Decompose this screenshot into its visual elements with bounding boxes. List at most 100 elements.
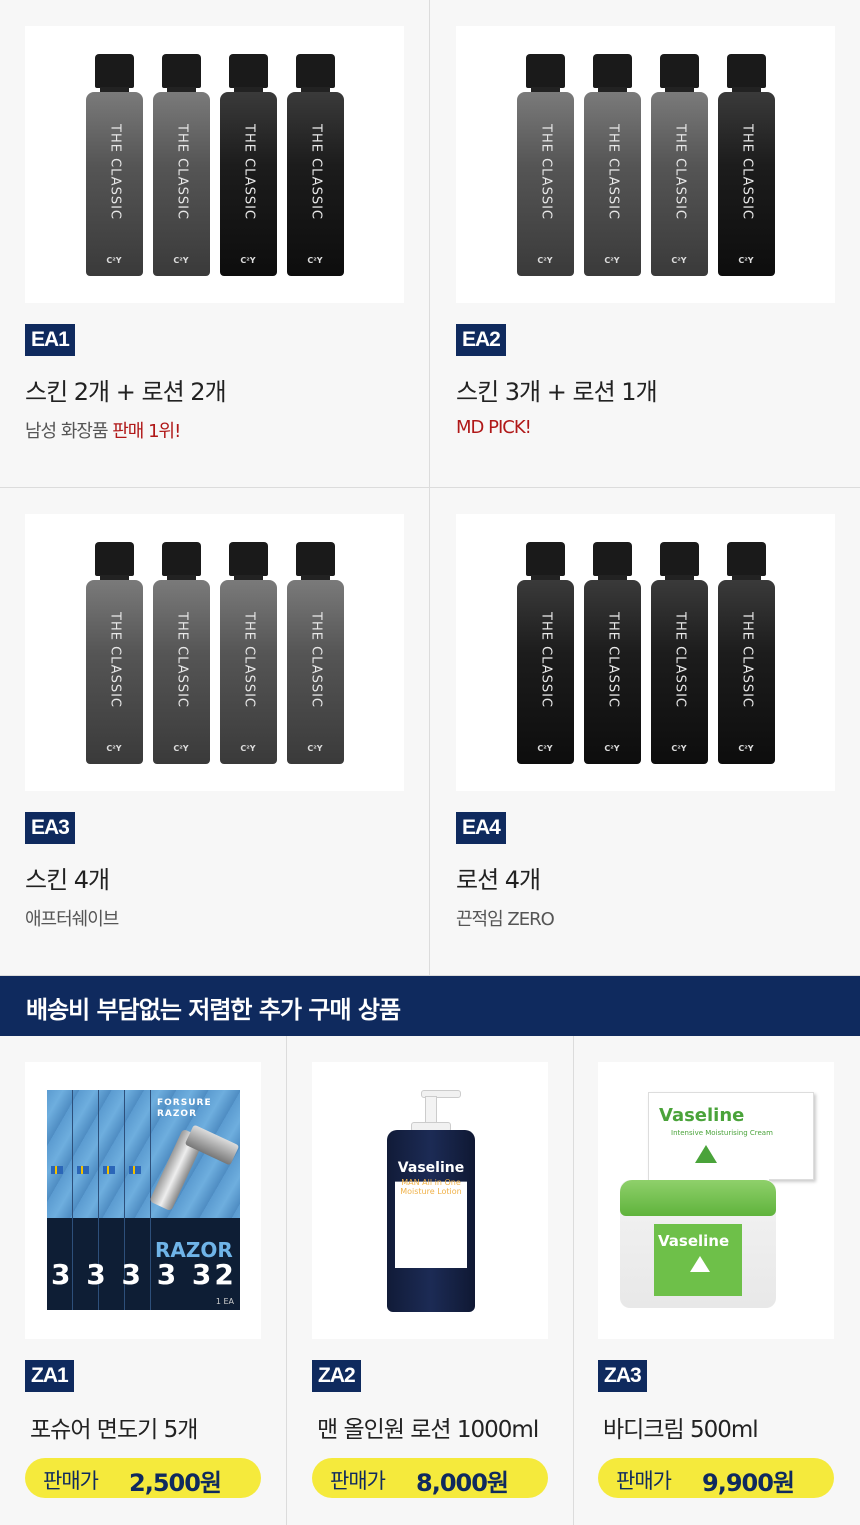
product-card-ea1[interactable]: THE CLASSIC C²Y THE CLASSIC C²Y THE CLASSI…	[0, 0, 430, 488]
price-pill[interactable]: 판매가 9,900원	[598, 1458, 834, 1498]
addon-code-badge: ZA2	[312, 1360, 361, 1392]
addon-title[interactable]: 바디크림 500ml	[603, 1410, 759, 1444]
bottle-label: THE CLASSIC	[672, 124, 688, 220]
product-code-badge: EA1	[25, 324, 75, 356]
subtitle-text: 애프터쉐이브	[25, 909, 119, 930]
product-image[interactable]: THE CLASSIC C²Y THE CLASSIC C²Y THE CLASSI…	[456, 514, 835, 791]
pump-bottle: Vaseline MAN All in One Moisture Lotion	[387, 1090, 475, 1312]
brand-logo: C²Y	[604, 256, 620, 265]
addon-card-za1[interactable]: FORSURE RAZOR RAZOR 3 3 3 3 321 1 EA ZA1 …	[0, 1036, 287, 1525]
product-title[interactable]: 스킨 3개 + 로션 1개	[456, 372, 658, 407]
bottle-label: THE CLASSIC	[308, 124, 324, 220]
product-card-ea2[interactable]: THE CLASSIC C²Y THE CLASSIC C²Y THE CLASSI…	[430, 0, 860, 488]
product-grid: THE CLASSIC C²Y THE CLASSIC C²Y THE CLASSI…	[0, 0, 860, 976]
bottle-label: THE CLASSIC	[107, 124, 123, 220]
skin-bottle: THE CLASSIC C²Y	[85, 54, 143, 276]
skin-bottle: THE CLASSIC C²Y	[286, 542, 344, 764]
skin-bottle: THE CLASSIC C²Y	[152, 54, 210, 276]
addon-title[interactable]: 포슈어 면도기 5개	[30, 1410, 198, 1444]
drop-icon	[695, 1145, 717, 1163]
addon-card-za2[interactable]: Vaseline MAN All in One Moisture Lotion …	[287, 1036, 574, 1525]
brand-logo: C²Y	[738, 744, 754, 753]
bottle-label: THE CLASSIC	[605, 612, 621, 708]
price-pill[interactable]: 판매가 2,500원	[25, 1458, 261, 1498]
bottle-label: THE CLASSIC	[605, 124, 621, 220]
addon-image[interactable]: Vaseline Intensive Moisturising Cream Va…	[598, 1062, 834, 1339]
addon-title[interactable]: 맨 올인원 로션 1000ml	[317, 1410, 539, 1444]
bottle-label: THE CLASSIC	[739, 612, 755, 708]
product-code-badge: EA3	[25, 812, 75, 844]
cream-jar: Vaseline	[620, 1180, 776, 1308]
brand-logo: C²Y	[173, 744, 189, 753]
bottle-label: THE CLASSIC	[672, 612, 688, 708]
lotion-bottle: THE CLASSIC C²Y	[219, 54, 277, 276]
bottle-label: THE CLASSIC	[174, 612, 190, 708]
bottle-group: THE CLASSIC C²Y THE CLASSIC C²Y THE CLASSI…	[25, 542, 404, 764]
subtitle-highlight: 판매 1위!	[112, 421, 181, 442]
bottle-label: THE CLASSIC	[538, 124, 554, 220]
brand-logo: C²Y	[307, 256, 323, 265]
subtitle-text: 남성 화장품	[25, 421, 113, 442]
price-label: 판매가	[330, 1469, 386, 1493]
package-brand: Vaseline	[397, 1160, 465, 1176]
product-image[interactable]: THE CLASSIC C²Y THE CLASSIC C²Y THE CLASSI…	[25, 514, 404, 791]
flag-icon	[51, 1166, 63, 1174]
product-image[interactable]: THE CLASSIC C²Y THE CLASSIC C²Y THE CLASSI…	[456, 26, 835, 303]
skin-bottle: THE CLASSIC C²Y	[650, 54, 708, 276]
bottle-group: THE CLASSIC C²Y THE CLASSIC C²Y THE CLASSI…	[456, 542, 835, 764]
skin-bottle: THE CLASSIC C²Y	[583, 54, 641, 276]
bottle-group: THE CLASSIC C²Y THE CLASSIC C²Y THE CLASSI…	[456, 54, 835, 276]
package-model: 3 3 3 3 321	[51, 1258, 240, 1291]
subtitle-highlight: MD PICK!	[456, 417, 532, 438]
lotion-bottle: THE CLASSIC C²Y	[650, 542, 708, 764]
brand-logo: C²Y	[240, 744, 256, 753]
skin-bottle: THE CLASSIC C²Y	[219, 542, 277, 764]
lotion-bottle: THE CLASSIC C²Y	[717, 54, 775, 276]
brand-logo: C²Y	[537, 256, 553, 265]
lotion-bottle: THE CLASSIC C²Y	[717, 542, 775, 764]
skin-bottle: THE CLASSIC C²Y	[516, 54, 574, 276]
package-sub: MAN All in One Moisture Lotion	[400, 1178, 462, 1196]
product-code-badge: EA2	[456, 324, 506, 356]
bottle-label: THE CLASSIC	[107, 612, 123, 708]
package-count: 1 EA	[215, 1297, 234, 1306]
brand-logo: C²Y	[537, 744, 553, 753]
lotion-bottle: THE CLASSIC C²Y	[286, 54, 344, 276]
drop-icon	[690, 1256, 710, 1272]
price-label: 판매가	[616, 1469, 672, 1493]
flag-icon	[77, 1166, 89, 1174]
razor-package: FORSURE RAZOR RAZOR 3 3 3 3 321 1 EA	[47, 1090, 240, 1310]
bottle-label: THE CLASSIC	[739, 124, 755, 220]
skin-bottle: THE CLASSIC C²Y	[152, 542, 210, 764]
package-brand: Vaseline	[659, 1105, 745, 1126]
product-image[interactable]: THE CLASSIC C²Y THE CLASSIC C²Y THE CLASSI…	[25, 26, 404, 303]
package-brand: FORSURE RAZOR	[157, 1098, 212, 1119]
product-title[interactable]: 로션 4개	[456, 860, 541, 895]
brand-logo: C²Y	[671, 256, 687, 265]
addon-section-banner: 배송비 부담없는 저렴한 추가 구매 상품	[0, 976, 860, 1036]
product-card-ea3[interactable]: THE CLASSIC C²Y THE CLASSIC C²Y THE CLASSI…	[0, 488, 430, 976]
product-subtitle: 끈적임 ZERO	[456, 905, 555, 931]
addon-card-za3[interactable]: Vaseline Intensive Moisturising Cream Va…	[573, 1036, 860, 1525]
subtitle-text: 끈적임 ZERO	[456, 909, 555, 930]
product-subtitle: MD PICK!	[456, 417, 532, 438]
addon-code-badge: ZA1	[25, 1360, 74, 1392]
addon-image[interactable]: FORSURE RAZOR RAZOR 3 3 3 3 321 1 EA	[25, 1062, 261, 1339]
addon-grid: FORSURE RAZOR RAZOR 3 3 3 3 321 1 EA ZA1 …	[0, 1036, 860, 1525]
price-value: 8,000원	[416, 1469, 509, 1497]
product-card-ea4[interactable]: THE CLASSIC C²Y THE CLASSIC C²Y THE CLASSI…	[430, 488, 860, 976]
product-title[interactable]: 스킨 2개 + 로션 2개	[25, 372, 227, 407]
product-title[interactable]: 스킨 4개	[25, 860, 110, 895]
brand-logo: C²Y	[106, 744, 122, 753]
skin-bottle: THE CLASSIC C²Y	[85, 542, 143, 764]
bottle-label: THE CLASSIC	[538, 612, 554, 708]
product-code-badge: EA4	[456, 812, 506, 844]
addon-image[interactable]: Vaseline MAN All in One Moisture Lotion	[312, 1062, 548, 1339]
flag-icon	[103, 1166, 115, 1174]
brand-logo: C²Y	[604, 744, 620, 753]
price-pill[interactable]: 판매가 8,000원	[312, 1458, 548, 1498]
bottle-group: THE CLASSIC C²Y THE CLASSIC C²Y THE CLASSI…	[25, 54, 404, 276]
drop-icon	[419, 1202, 443, 1222]
bottle-label: THE CLASSIC	[308, 612, 324, 708]
bottle-label: THE CLASSIC	[241, 612, 257, 708]
